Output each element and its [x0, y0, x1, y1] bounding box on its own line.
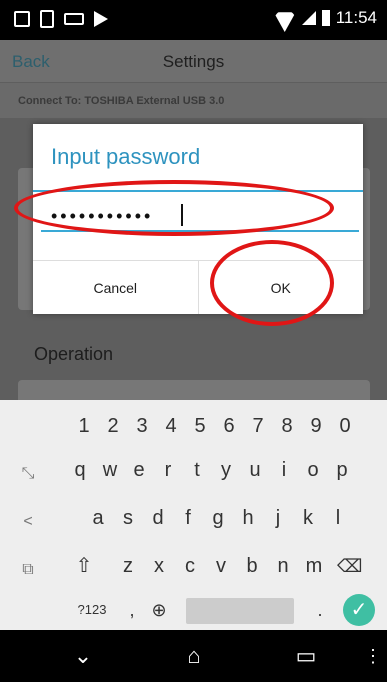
key-u[interactable]: u: [243, 452, 267, 488]
key-x[interactable]: x: [147, 548, 171, 584]
backspace-icon[interactable]: ⌫: [337, 548, 362, 584]
screenshot-icon: [14, 11, 30, 27]
soft-keyboard: 1 2 3 4 5 6 7 8 9 0 ⤡ q w e r t y u i o …: [0, 400, 387, 630]
key-e[interactable]: e: [127, 452, 151, 488]
key-c[interactable]: c: [178, 548, 202, 584]
key-n[interactable]: n: [271, 548, 295, 584]
key-v[interactable]: v: [209, 548, 233, 584]
key-9[interactable]: 9: [304, 408, 328, 444]
key-4[interactable]: 4: [159, 408, 183, 444]
key-5[interactable]: 5: [188, 408, 212, 444]
key-2[interactable]: 2: [101, 408, 125, 444]
key-6[interactable]: 6: [217, 408, 241, 444]
key-r[interactable]: r: [156, 452, 180, 488]
annotation-ellipse-ok: [210, 240, 334, 326]
key-1[interactable]: 1: [72, 408, 96, 444]
key-t[interactable]: t: [185, 452, 209, 488]
key-g[interactable]: g: [206, 500, 230, 536]
globe-icon[interactable]: ⊕: [147, 592, 171, 628]
system-icons: 11:54: [274, 8, 377, 28]
key-q[interactable]: q: [68, 452, 92, 488]
status-bar: 11:54: [0, 0, 387, 40]
key-h[interactable]: h: [236, 500, 260, 536]
key-m[interactable]: m: [302, 548, 326, 584]
section-operation: Operation: [34, 344, 114, 364]
back-nav-icon[interactable]: ⌄: [62, 642, 104, 670]
letter-row-2: < a s d f g h j k l: [0, 500, 387, 544]
key-7[interactable]: 7: [246, 408, 270, 444]
key-p[interactable]: p: [330, 452, 354, 488]
key-b[interactable]: b: [240, 548, 264, 584]
symbols-key[interactable]: ?123: [72, 592, 112, 628]
expand-keyboard-icon[interactable]: ⤡: [8, 452, 48, 496]
chevron-left-icon[interactable]: <: [8, 500, 48, 544]
key-s[interactable]: s: [116, 500, 140, 536]
sim-icon: [40, 10, 54, 28]
menu-nav-icon[interactable]: ⋮: [364, 642, 382, 670]
spacebar[interactable]: [186, 598, 294, 624]
play-icon: [94, 11, 112, 27]
key-a[interactable]: a: [86, 500, 110, 536]
dialog-title: Input password: [51, 144, 201, 169]
navigation-bar: ⌄ ⌂ ▭ ⋮: [0, 630, 387, 682]
number-row: 1 2 3 4 5 6 7 8 9 0: [0, 408, 387, 452]
notification-icons: [14, 10, 112, 28]
letter-row-1: ⤡ q w e r t y u i o p: [0, 452, 387, 496]
clipboard-icon[interactable]: ⧉: [8, 548, 48, 592]
key-d[interactable]: d: [146, 500, 170, 536]
key-0[interactable]: 0: [333, 408, 357, 444]
key-f[interactable]: f: [176, 500, 200, 536]
key-o[interactable]: o: [301, 452, 325, 488]
page-title: Settings: [162, 52, 225, 71]
keyboard-icon: [64, 13, 84, 25]
shift-icon[interactable]: ⇧: [72, 548, 96, 584]
key-i[interactable]: i: [272, 452, 296, 488]
connection-header: Connect To: TOSHIBA External USB 3.0: [0, 82, 387, 118]
key-period[interactable]: .: [312, 592, 328, 628]
letter-row-3: ⧉ ⇧ z x c v b n m ⌫: [0, 548, 387, 592]
clock: 11:54: [335, 8, 377, 27]
connection-label: Connect To: TOSHIBA External USB 3.0: [18, 95, 225, 107]
annotation-ellipse-password: [14, 180, 334, 236]
key-y[interactable]: y: [214, 452, 238, 488]
home-nav-icon[interactable]: ⌂: [174, 642, 214, 670]
signal-icon: [301, 11, 316, 25]
recents-nav-icon[interactable]: ▭: [286, 642, 326, 670]
key-k[interactable]: k: [296, 500, 320, 536]
key-8[interactable]: 8: [275, 408, 299, 444]
key-j[interactable]: j: [266, 500, 290, 536]
key-w[interactable]: w: [98, 452, 122, 488]
wifi-icon: [274, 10, 296, 26]
app-bar: Back Settings: [0, 40, 387, 82]
key-comma[interactable]: ,: [124, 592, 140, 628]
enter-check-icon[interactable]: ✓: [343, 594, 375, 626]
battery-icon: [321, 10, 330, 26]
key-l[interactable]: l: [326, 500, 350, 536]
cancel-button[interactable]: Cancel: [33, 261, 198, 314]
key-z[interactable]: z: [116, 548, 140, 584]
key-3[interactable]: 3: [130, 408, 154, 444]
